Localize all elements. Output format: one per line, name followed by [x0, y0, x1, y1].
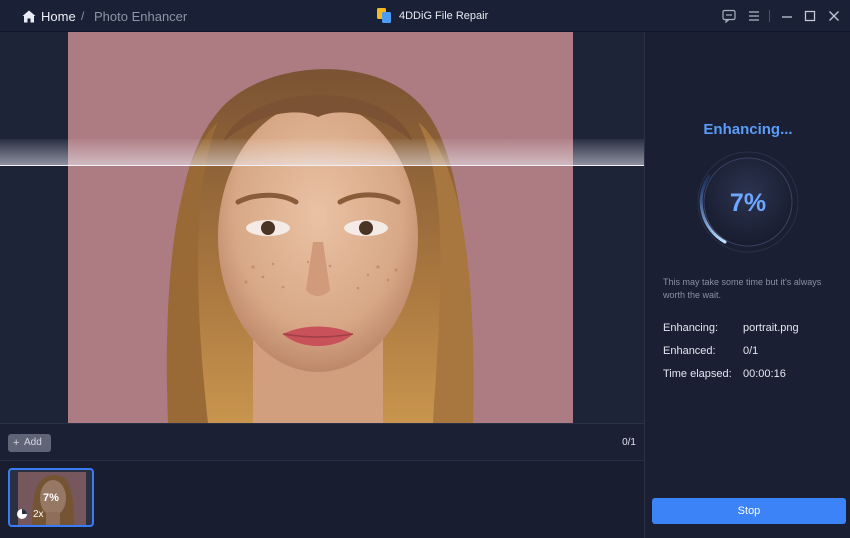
portrait-image	[166, 69, 474, 423]
scan-band	[0, 139, 644, 166]
breadcrumb-separator: /	[81, 9, 85, 23]
breadcrumb-current: Photo Enhancer	[94, 9, 188, 24]
enhance-scale-icon	[17, 509, 27, 519]
maximize-icon[interactable]	[803, 9, 817, 23]
feedback-icon[interactable]	[722, 9, 736, 23]
preview-canvas	[0, 32, 644, 423]
photo-preview	[68, 32, 573, 423]
canvas-toolbar: + Add 0/1	[0, 423, 644, 461]
time-elapsed-value: 00:00:16	[743, 368, 786, 380]
thumbnail-scale: 2x	[33, 509, 44, 520]
add-button-label: Add	[24, 437, 42, 448]
add-button[interactable]: + Add	[8, 434, 51, 452]
enhancing-value: portrait.png	[743, 322, 799, 334]
title-bar: Home / Photo Enhancer 4DDiG File Repair	[0, 0, 850, 32]
enhancing-label: Enhancing:	[663, 322, 719, 334]
home-link[interactable]: Home	[41, 9, 76, 24]
app-title: 4DDiG File Repair	[399, 10, 489, 22]
time-elapsed-label: Time elapsed:	[663, 368, 732, 380]
titlebar-divider	[769, 10, 770, 22]
page-count: 0/1	[622, 437, 636, 448]
home-icon[interactable]	[22, 10, 36, 23]
enhanced-label: Enhanced:	[663, 345, 716, 357]
minimize-icon[interactable]	[780, 9, 794, 23]
close-icon[interactable]	[827, 9, 841, 23]
enhanced-value: 0/1	[743, 345, 759, 357]
thumbnail-progress: 7%	[43, 492, 59, 504]
status-title: Enhancing...	[703, 121, 793, 138]
plus-icon: +	[13, 437, 20, 449]
stop-button[interactable]: Stop	[652, 498, 846, 524]
thumbnail-strip: 7% 2x	[0, 461, 644, 538]
thumbnail-item[interactable]: 7% 2x	[8, 468, 94, 527]
app-logo-icon	[377, 8, 391, 23]
hint-text: This may take some time but it's always …	[663, 277, 822, 300]
progress-panel: Enhancing... 7% This may take some time …	[644, 32, 850, 538]
progress-percentage: 7%	[729, 189, 767, 217]
scan-line	[0, 165, 644, 166]
menu-icon[interactable]	[747, 9, 761, 23]
